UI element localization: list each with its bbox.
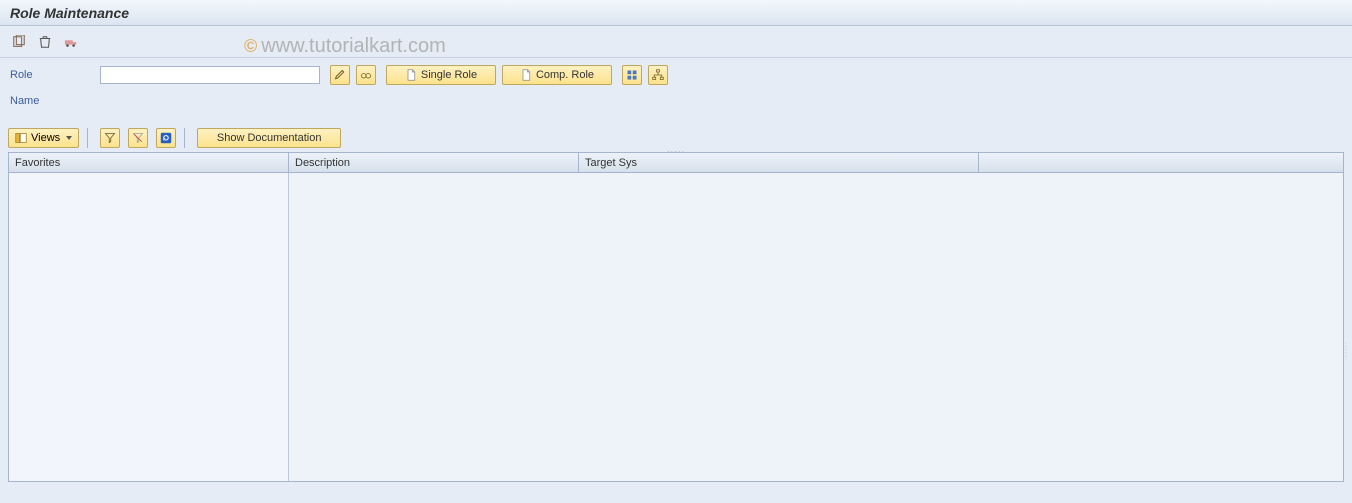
grid-icon: [626, 69, 638, 81]
funnel-icon: [104, 132, 116, 144]
hierarchy-button[interactable]: [648, 65, 668, 85]
chevron-down-icon: [66, 136, 72, 140]
page-title: Role Maintenance: [10, 5, 129, 21]
role-input[interactable]: [100, 66, 320, 84]
show-documentation-button[interactable]: Show Documentation: [197, 128, 341, 148]
document-icon: [405, 69, 417, 81]
display-button[interactable]: [356, 65, 376, 85]
role-label: Role: [10, 69, 100, 81]
grid-detail-area: [289, 173, 1343, 481]
titlebar: Role Maintenance: [0, 0, 1352, 26]
col-target-sys[interactable]: Target Sys: [579, 153, 979, 172]
grid-body: [9, 173, 1343, 481]
col-favorites[interactable]: Favorites: [9, 153, 289, 172]
form-area: Role Single Role Comp. Role: [0, 58, 1352, 124]
document-icon: [520, 69, 532, 81]
comp-role-label: Comp. Role: [536, 69, 594, 81]
splitter-vertical-icon[interactable]: ·····: [1342, 341, 1349, 358]
col-description[interactable]: Description: [289, 153, 579, 172]
filter-delete-button[interactable]: [128, 128, 148, 148]
grid-header: Favorites Description Target Sys: [9, 153, 1343, 173]
top-icon-strip: [0, 26, 1352, 58]
col-empty: [979, 153, 1343, 172]
favorites-tree-area[interactable]: [9, 173, 289, 481]
comp-role-button[interactable]: Comp. Role: [502, 65, 612, 85]
transaction-assignment-button[interactable]: [622, 65, 642, 85]
pencil-icon: [334, 69, 346, 81]
show-doc-label: Show Documentation: [217, 132, 322, 144]
single-role-label: Single Role: [421, 69, 477, 81]
funnel-clear-icon: [132, 132, 144, 144]
views-button[interactable]: Views: [8, 128, 79, 148]
transport-icon[interactable]: [62, 33, 80, 51]
trash-icon[interactable]: [36, 33, 54, 51]
glasses-icon: [360, 69, 372, 81]
tree-icon: [652, 69, 664, 81]
layout-icon: [15, 132, 27, 144]
refresh-icon: [160, 132, 172, 144]
separator: [87, 128, 88, 148]
name-label: Name: [10, 95, 100, 107]
filter-button[interactable]: [100, 128, 120, 148]
copy-icon[interactable]: [10, 33, 28, 51]
edit-button[interactable]: [330, 65, 350, 85]
single-role-button[interactable]: Single Role: [386, 65, 496, 85]
favorites-grid: ····· ····· Favorites Description Target…: [8, 152, 1344, 482]
refresh-button[interactable]: [156, 128, 176, 148]
splitter-horizontal-icon[interactable]: ·····: [667, 147, 685, 156]
separator: [184, 128, 185, 148]
views-label: Views: [31, 132, 60, 144]
